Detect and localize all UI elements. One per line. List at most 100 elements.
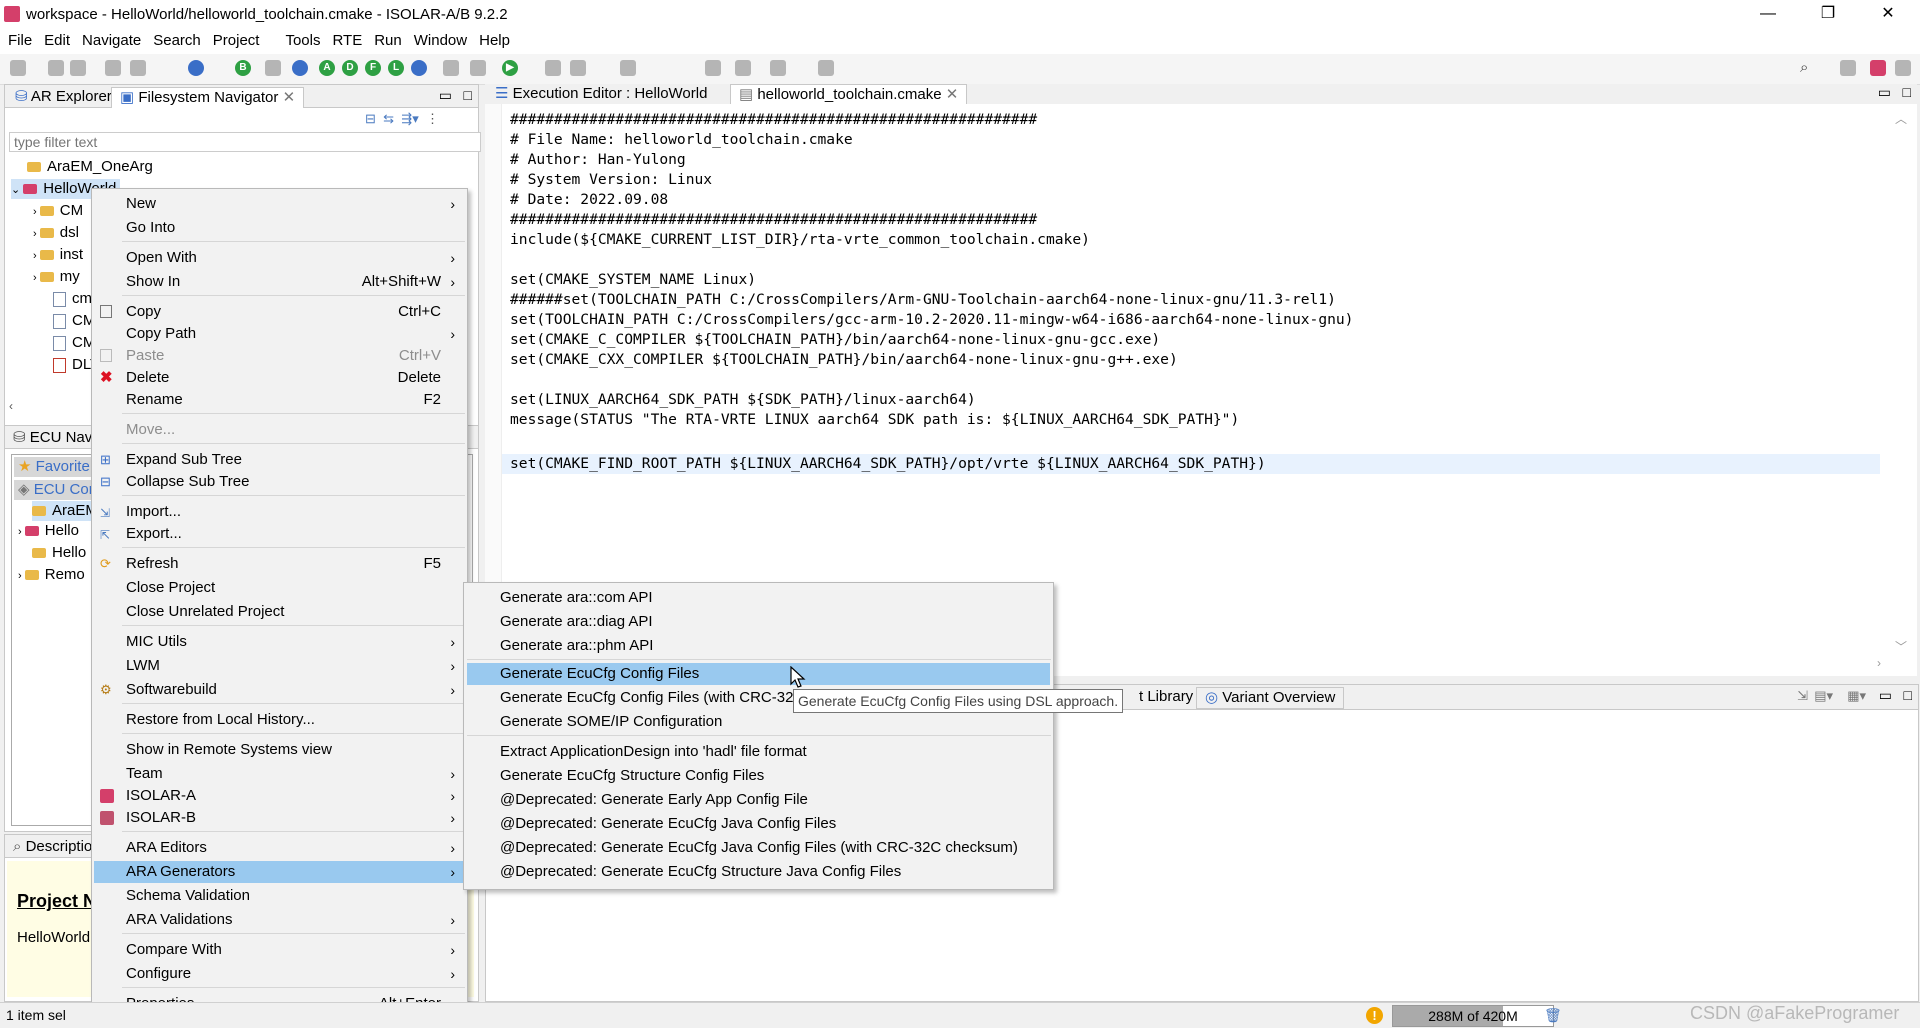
tab-variant-overview[interactable]: ◎ Variant Overview <box>1196 687 1345 709</box>
tab-cmake-file[interactable]: ▤ helloworld_toolchain.cmake ✕ <box>730 84 968 105</box>
help-icon[interactable] <box>292 60 308 76</box>
menu-window[interactable]: Window <box>408 30 473 51</box>
filter-icon[interactable]: ⇶ <box>401 111 412 126</box>
submenu-item-generate-diag-api[interactable]: Generate ara::diag API <box>467 611 1050 633</box>
menu-item-mic-utils[interactable]: MIC Utils › <box>94 631 465 653</box>
menu-item-lwm[interactable]: LWM › <box>94 655 465 677</box>
menu-item-new[interactable]: New › <box>94 193 465 215</box>
submenu-item-deprecated-early-app[interactable]: @Deprecated: Generate Early App Config F… <box>467 789 1050 811</box>
tree-item[interactable]: cm <box>53 289 92 309</box>
menu-help[interactable]: Help <box>473 30 516 51</box>
submenu-item-extract-hadl[interactable]: Extract ApplicationDesign into 'hadl' fi… <box>467 741 1050 763</box>
tab-ecu-navigator[interactable]: ⛁ ECU Navi <box>5 428 104 448</box>
next-annotation-icon[interactable] <box>570 60 586 76</box>
tree-item[interactable]: › Hello <box>18 521 79 541</box>
b-icon[interactable]: B <box>235 60 251 76</box>
submenu-item-generate-structure[interactable]: Generate EcuCfg Structure Config Files <box>467 765 1050 787</box>
java-perspective-icon[interactable] <box>1895 60 1911 76</box>
pin-view-icon[interactable]: ⇲ <box>1797 688 1808 704</box>
menu-item-schema-validation[interactable]: Schema Validation <box>94 885 465 907</box>
tree-item[interactable]: › dsl <box>33 223 79 243</box>
submenu-item-generate-ecucfg[interactable]: Generate EcuCfg Config Files <box>467 663 1050 685</box>
menu-navigate[interactable]: Navigate <box>76 30 147 51</box>
maximize-editor-icon[interactable]: □ <box>1903 84 1911 100</box>
search-tool-icon[interactable] <box>265 60 281 76</box>
save-icon[interactable] <box>48 60 64 76</box>
menu-item-move[interactable]: Move... <box>94 419 465 441</box>
chevron-right-icon[interactable]: › <box>33 250 40 262</box>
menu-item-collapse-sub-tree[interactable]: ⊟ Collapse Sub Tree <box>94 471 465 493</box>
menu-item-close-project[interactable]: Close Project <box>94 577 465 599</box>
menu-item-team[interactable]: Team › <box>94 763 465 785</box>
menu-file[interactable]: File <box>2 30 38 51</box>
menu-rte[interactable]: RTE <box>326 30 368 51</box>
close-button[interactable]: ✕ <box>1865 0 1911 30</box>
f-icon[interactable]: F <box>365 60 381 76</box>
build-icon[interactable] <box>130 60 146 76</box>
submenu-item-deprecated-java-crc[interactable]: @Deprecated: Generate EcuCfg Java Config… <box>467 837 1050 859</box>
tab-ar-explorer[interactable]: ⛁ AR Explorer <box>7 87 120 107</box>
last-edit-icon[interactable] <box>620 60 636 76</box>
chevron-right-icon[interactable]: › <box>33 228 40 240</box>
menu-item-import[interactable]: ⇲ Import... <box>94 501 465 523</box>
filter-input[interactable] <box>9 132 481 152</box>
tab-filesystem-navigator[interactable]: ▣ Filesystem Navigator ✕ <box>111 87 305 108</box>
garbage-collect-icon[interactable]: 🗑 <box>1544 1007 1562 1024</box>
scroll-up-icon[interactable]: ︿ <box>1895 110 1907 127</box>
tree-item[interactable]: AraEM_OneArg <box>27 157 153 177</box>
tab-execution-editor[interactable]: ☰ Execution Editor : HelloWorld <box>487 84 715 104</box>
tree-item[interactable]: Hello <box>32 543 86 563</box>
submenu-item-generate-someip[interactable]: Generate SOME/IP Configuration <box>467 711 1050 733</box>
o-icon[interactable] <box>411 60 427 76</box>
tree-item[interactable]: › my <box>33 267 80 287</box>
tree-item[interactable]: CM <box>53 333 95 353</box>
tab-description[interactable]: ⌕ Descriptio <box>5 837 100 857</box>
new-icon[interactable] <box>10 60 26 76</box>
view-menu-icon[interactable]: ▾ <box>412 111 419 126</box>
menu-edit[interactable]: Edit <box>38 30 76 51</box>
link-editor-icon[interactable]: ⇆ <box>383 111 394 126</box>
chevron-right-icon[interactable]: › <box>18 526 25 538</box>
isolar-perspective-icon[interactable] <box>1870 60 1886 76</box>
menu-item-rename[interactable]: Rename F2 <box>94 389 465 411</box>
back-icon[interactable] <box>705 60 721 76</box>
tree-item[interactable]: › Remo <box>18 565 85 585</box>
tree-item[interactable]: CM <box>53 311 95 331</box>
menu-item-restore-history[interactable]: Restore from Local History... <box>94 709 465 731</box>
menu-item-remote-systems[interactable]: Show in Remote Systems view <box>94 739 465 761</box>
close-tab-icon[interactable]: ✕ <box>946 86 959 103</box>
menu-item-export[interactable]: ⇱ Export... <box>94 523 465 545</box>
menu-item-open-with[interactable]: Open With › <box>94 247 465 269</box>
navigator-icon[interactable] <box>188 60 204 76</box>
menu-run[interactable]: Run <box>368 30 408 51</box>
run-icon[interactable]: ▶ <box>502 60 518 76</box>
warning-icon[interactable]: ! <box>1366 1007 1383 1024</box>
menu-item-isolar-b[interactable]: ISOLAR-B › <box>94 807 465 829</box>
tree-item[interactable]: › inst <box>33 245 83 265</box>
submenu-item-deprecated-structure-java[interactable]: @Deprecated: Generate EcuCfg Structure J… <box>467 861 1050 883</box>
rte-icon[interactable] <box>443 60 459 76</box>
submenu-item-deprecated-java[interactable]: @Deprecated: Generate EcuCfg Java Config… <box>467 813 1050 835</box>
minimize-editor-icon[interactable]: ▭ <box>1878 84 1891 101</box>
heap-status[interactable]: 288M of 420M <box>1392 1005 1554 1027</box>
a-icon[interactable]: A <box>319 60 335 76</box>
menu-item-softwarebuild[interactable]: ⚙ Softwarebuild › <box>94 679 465 701</box>
chevron-right-icon[interactable]: › <box>33 272 40 284</box>
menu-item-configure[interactable]: Configure › <box>94 963 465 985</box>
menu-item-ara-generators[interactable]: ARA Generators › <box>94 861 465 883</box>
chevron-right-icon[interactable]: › <box>18 570 25 582</box>
forward-icon[interactable] <box>770 60 786 76</box>
l-icon[interactable]: L <box>388 60 404 76</box>
back-nav-icon[interactable] <box>735 60 751 76</box>
menu-item-compare-with[interactable]: Compare With › <box>94 939 465 961</box>
menu-item-close-unrelated-project[interactable]: Close Unrelated Project <box>94 601 465 623</box>
tree-item[interactable]: › CM <box>33 201 83 221</box>
scroll-down-icon[interactable]: ﹀ <box>1895 638 1907 655</box>
menu-project[interactable]: Project <box>207 30 266 51</box>
menu-item-ara-editors[interactable]: ARA Editors › <box>94 837 465 859</box>
menu-item-go-into[interactable]: Go Into <box>94 217 465 239</box>
maximize-button[interactable]: ❐ <box>1805 0 1851 30</box>
display-selected-icon[interactable]: ▤▾ <box>1814 688 1833 704</box>
menu-item-expand-sub-tree[interactable]: ⊞ Expand Sub Tree <box>94 449 465 471</box>
maximize-bottom-icon[interactable]: □ <box>1904 687 1912 703</box>
